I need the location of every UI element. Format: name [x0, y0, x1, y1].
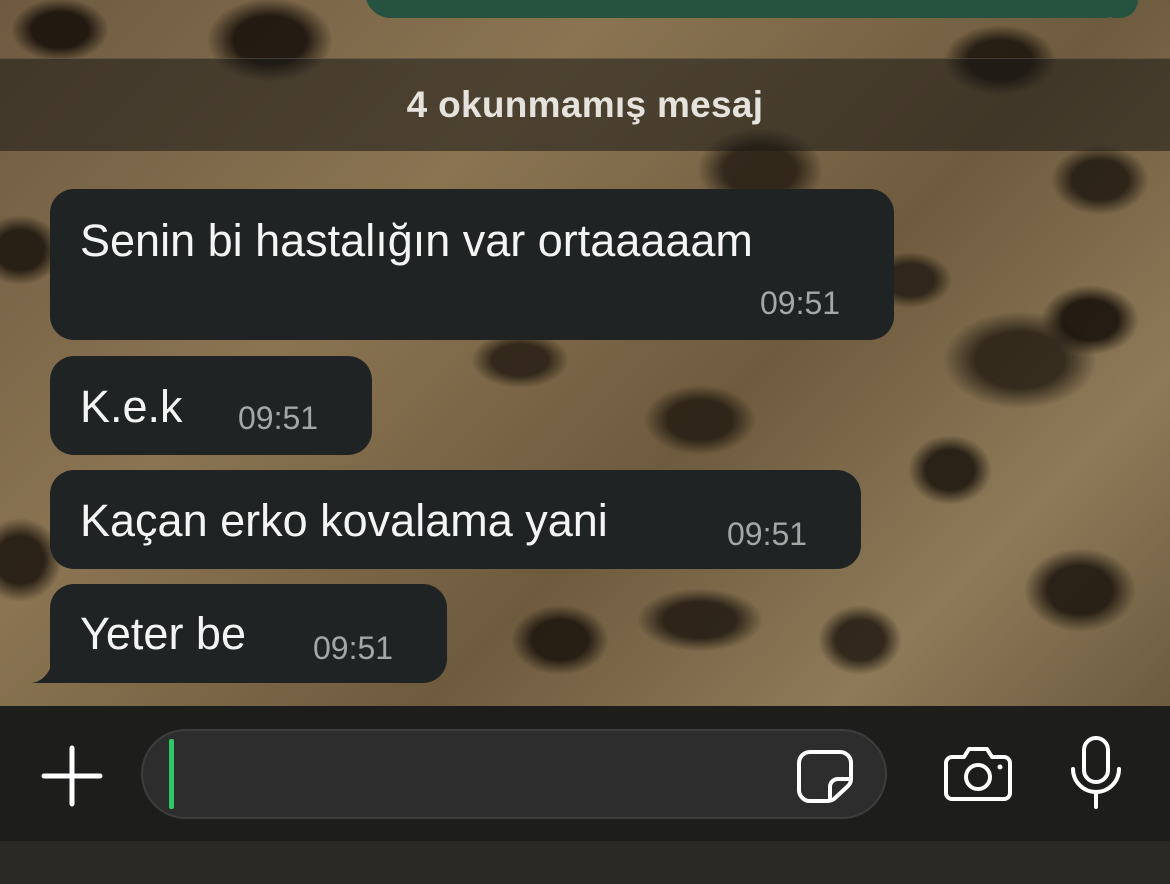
message-bubble-tail [32, 653, 62, 683]
voice-message-button[interactable] [1064, 733, 1128, 813]
message-time: 09:51 [760, 285, 841, 321]
message-text: K.e.k [80, 381, 183, 432]
outgoing-message-bubble[interactable] [365, 0, 1130, 18]
camera-button[interactable] [940, 741, 1016, 805]
attach-button[interactable] [36, 740, 108, 812]
unread-messages-divider: 4 okunmamış mesaj [0, 58, 1170, 151]
message-bubble[interactable]: Senin bi hastalığın var ortaaaaam 09:51 [50, 189, 894, 340]
microphone-icon [1071, 736, 1121, 809]
message-time: 09:51 [313, 630, 394, 666]
message-time: 09:51 [727, 516, 808, 552]
camera-icon [944, 747, 1012, 801]
plus-icon [41, 745, 103, 807]
message-text: Kaçan erko kovalama yani [80, 495, 608, 546]
bottom-strip [0, 841, 1170, 884]
sticker-icon [797, 750, 853, 803]
message-bubble[interactable]: K.e.k 09:51 [50, 356, 372, 455]
text-caret [169, 739, 174, 809]
unread-messages-label: 4 okunmamış mesaj [406, 84, 764, 125]
message-time: 09:51 [238, 400, 319, 436]
message-bubble[interactable]: Yeter be 09:51 [50, 584, 447, 683]
message-bubble[interactable]: Kaçan erko kovalama yani 09:51 [50, 470, 861, 569]
message-input[interactable] [141, 729, 887, 819]
message-text: Yeter be [80, 608, 246, 659]
sticker-button[interactable] [795, 748, 855, 804]
message-text: Senin bi hastalığın var ortaaaaam [80, 215, 753, 266]
